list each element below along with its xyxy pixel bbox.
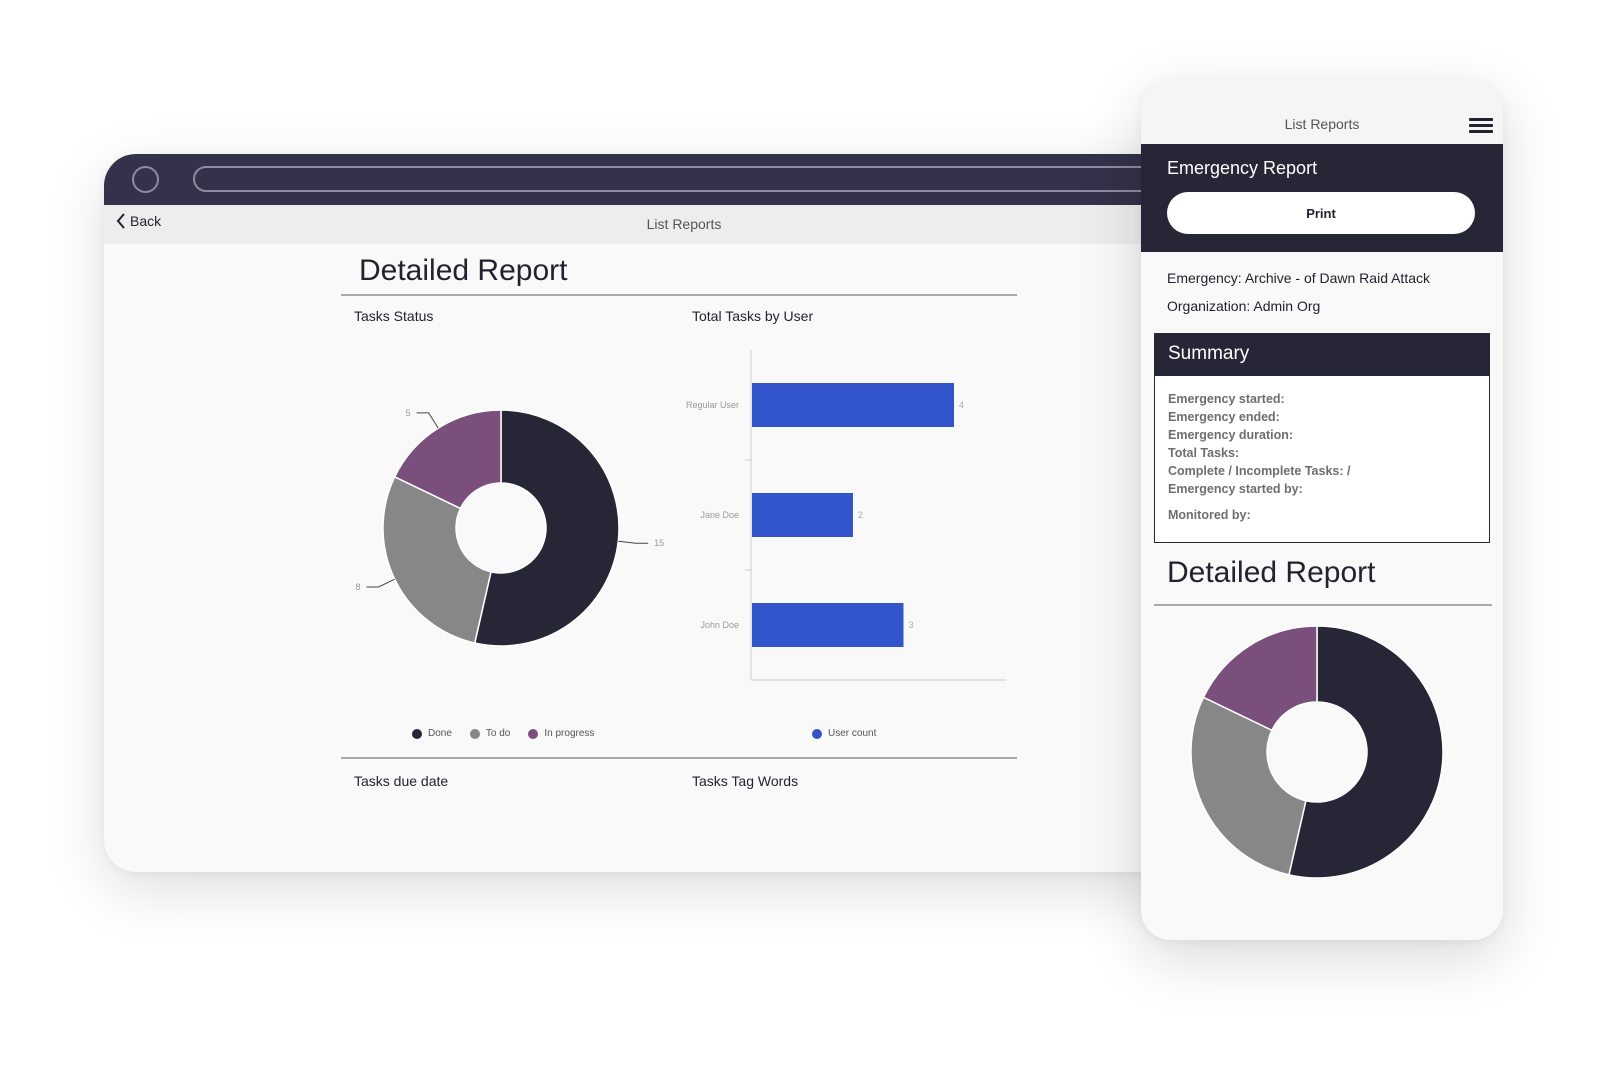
legend-label: User count — [828, 728, 877, 739]
category-label: Jane Doe — [700, 510, 739, 520]
emergency-line: Emergency: Archive - of Dawn Raid Attack — [1167, 270, 1430, 286]
total-tasks-chart: Regular User 4 Jane Doe 2 John Doe 3 — [679, 342, 1019, 722]
bar-value-label: 3 — [909, 620, 914, 630]
nav-bar: Back List Reports — [104, 205, 1184, 244]
donut-value-label: 8 — [355, 582, 360, 592]
summary-list: Emergency started: Emergency ended: Emer… — [1155, 376, 1489, 538]
total-tasks-bar-chart: Regular User 4 Jane Doe 2 John Doe 3 — [686, 350, 1006, 681]
tasks-status-legend: Done To do In progress — [412, 728, 594, 739]
divider — [341, 294, 679, 296]
report-header: Emergency Report Print — [1141, 144, 1503, 252]
donut-leader-line — [366, 578, 395, 588]
legend-item-done: Done — [412, 728, 452, 739]
bar — [752, 603, 904, 647]
tasks-status-chart: 15 8 5 — [341, 394, 681, 654]
legend-label: To do — [485, 728, 511, 739]
category-label: John Doe — [700, 620, 739, 630]
tasks-tag-words-heading: Tasks Tag Words — [692, 773, 799, 789]
report-header-title: Emergency Report — [1167, 158, 1318, 178]
tasks-due-date-heading: Tasks due date — [354, 773, 449, 789]
address-bar[interactable] — [193, 166, 1184, 192]
donut-slice-to-do — [382, 475, 492, 644]
bar — [752, 493, 853, 537]
legend-item-to-do: To do — [469, 728, 511, 739]
divider — [341, 757, 1017, 759]
legend-swatch — [469, 728, 480, 739]
donut-leader-line — [416, 412, 439, 429]
summary-panel: Summary Emergency started: Emergency end… — [1154, 333, 1490, 543]
summary-item: Monitored by: — [1168, 508, 1251, 522]
tasks-status-donut: 1585 — [355, 408, 664, 647]
phone-tasks-status-donut — [1190, 625, 1444, 879]
legend-item-user-count: User count — [812, 728, 876, 739]
legend-label: In progress — [544, 728, 595, 739]
phone-tasks-status-chart — [1141, 610, 1503, 940]
total-tasks-legend: User count — [812, 728, 876, 739]
donut-value-label: 15 — [654, 538, 664, 548]
phone-page-title: Detailed Report — [1167, 556, 1376, 589]
donut-leader-line — [618, 540, 649, 544]
summary-item: Complete / Incomplete Tasks: / — [1168, 464, 1351, 478]
page-title: Detailed Report — [359, 254, 568, 287]
summary-item: Total Tasks: — [1168, 446, 1240, 460]
divider — [1154, 604, 1492, 606]
browser-toolbar — [104, 154, 1184, 205]
summary-item: Emergency started: — [1168, 392, 1285, 406]
nav-title: List Reports — [646, 216, 722, 232]
summary-item: Emergency ended: — [1168, 410, 1280, 424]
bar-value-label: 2 — [858, 510, 863, 520]
tablet-window: Back List Reports Detailed Report Tasks … — [104, 154, 1184, 872]
print-button[interactable]: Print — [1167, 192, 1475, 234]
summary-item: Emergency duration: — [1168, 428, 1294, 442]
bar-value-label: 4 — [959, 400, 964, 410]
phone-nav-title: List Reports — [1284, 116, 1360, 132]
organization-line: Organization: Admin Org — [1167, 298, 1321, 314]
browser-home-button[interactable] — [132, 166, 159, 193]
phone-nav-bar: List Reports — [1141, 80, 1503, 144]
summary-title: Summary — [1155, 334, 1489, 376]
donut-slice-to-do — [1190, 696, 1307, 876]
category-label: Regular User — [686, 400, 739, 410]
legend-swatch — [812, 728, 822, 739]
tasks-status-heading: Tasks Status — [354, 308, 434, 324]
menu-icon[interactable] — [1469, 118, 1493, 134]
bar — [752, 383, 954, 427]
total-tasks-by-user-heading: Total Tasks by User — [692, 308, 814, 324]
divider — [679, 294, 1017, 296]
legend-item-in-progress: In progress — [528, 728, 594, 739]
legend-swatch — [412, 728, 422, 739]
legend-label: Done — [428, 728, 452, 739]
phone-window: List Reports Emergency Report Print Emer… — [1141, 80, 1503, 940]
summary-item: Emergency started by: — [1168, 482, 1303, 496]
donut-value-label: 5 — [406, 408, 411, 418]
legend-swatch — [528, 728, 539, 739]
